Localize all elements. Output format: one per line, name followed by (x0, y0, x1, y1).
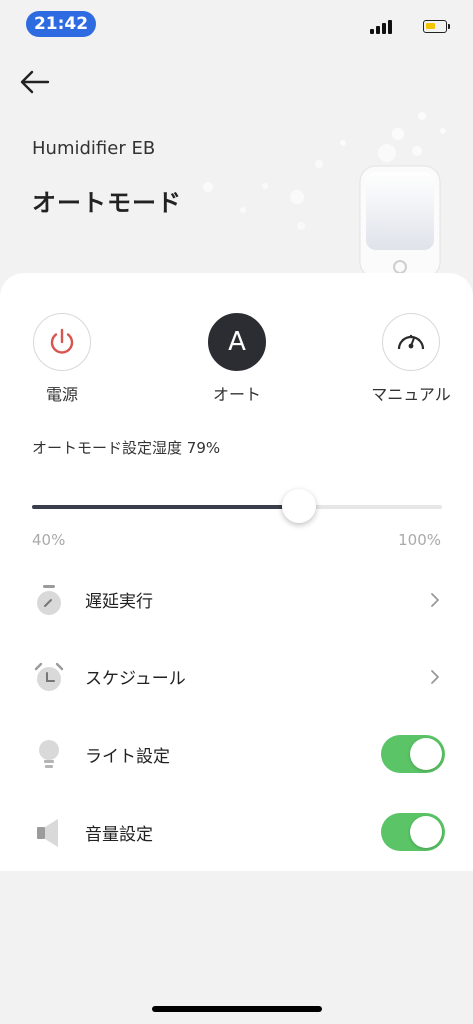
power-button-circle[interactable] (33, 313, 91, 371)
slider-thumb[interactable] (282, 489, 316, 523)
volume-setting-row: 音量設定 (0, 803, 473, 863)
control-card: 電源 A オート マニュアル オートモード設定湿度 79% 40% 100% 遅… (0, 273, 473, 871)
timer-icon (37, 585, 61, 615)
gauge-icon (397, 334, 425, 350)
slider-fill (32, 505, 299, 509)
lightbulb-icon (39, 740, 59, 768)
cellular-signal-icon (370, 18, 394, 34)
status-bar: 21:42 (0, 0, 473, 46)
device-name: Humidifier EB (32, 138, 156, 159)
alarm-clock-icon (34, 662, 64, 691)
back-arrow-icon[interactable] (18, 66, 54, 98)
chevron-right-icon (431, 670, 439, 684)
home-indicator (152, 1006, 322, 1012)
humidifier-image (357, 160, 443, 280)
delayed-execution-row[interactable]: 遅延実行 (0, 570, 473, 630)
light-setting-row: ライト設定 (0, 725, 473, 785)
volume-setting-label: 音量設定 (85, 825, 153, 845)
schedule-row[interactable]: スケジュール (0, 647, 473, 707)
humidity-setting-label: オートモード設定湿度 79% (32, 439, 221, 457)
power-icon (50, 328, 74, 354)
slider-max-label: 100% (398, 531, 441, 549)
schedule-label: スケジュール (85, 669, 186, 689)
humidity-slider[interactable] (32, 489, 442, 523)
speaker-icon (37, 819, 58, 847)
battery-icon (423, 20, 450, 33)
light-toggle[interactable] (381, 735, 445, 773)
slider-min-label: 40% (32, 531, 66, 549)
manual-mode-button[interactable]: マニュアル (356, 313, 466, 405)
manual-button-circle[interactable] (382, 313, 440, 371)
status-time: 21:42 (26, 11, 96, 37)
auto-mode-button[interactable]: A オート (193, 313, 281, 405)
page-title: オートモード (32, 189, 182, 217)
chevron-right-icon (431, 593, 439, 607)
auto-mode-icon[interactable]: A (208, 313, 266, 371)
auto-label: オート (212, 385, 261, 404)
light-setting-label: ライト設定 (85, 747, 170, 767)
volume-toggle[interactable] (381, 813, 445, 851)
power-label: 電源 (45, 385, 78, 404)
power-mode-button[interactable]: 電源 (18, 313, 106, 405)
delayed-execution-label: 遅延実行 (85, 592, 153, 612)
manual-label: マニュアル (371, 385, 451, 404)
